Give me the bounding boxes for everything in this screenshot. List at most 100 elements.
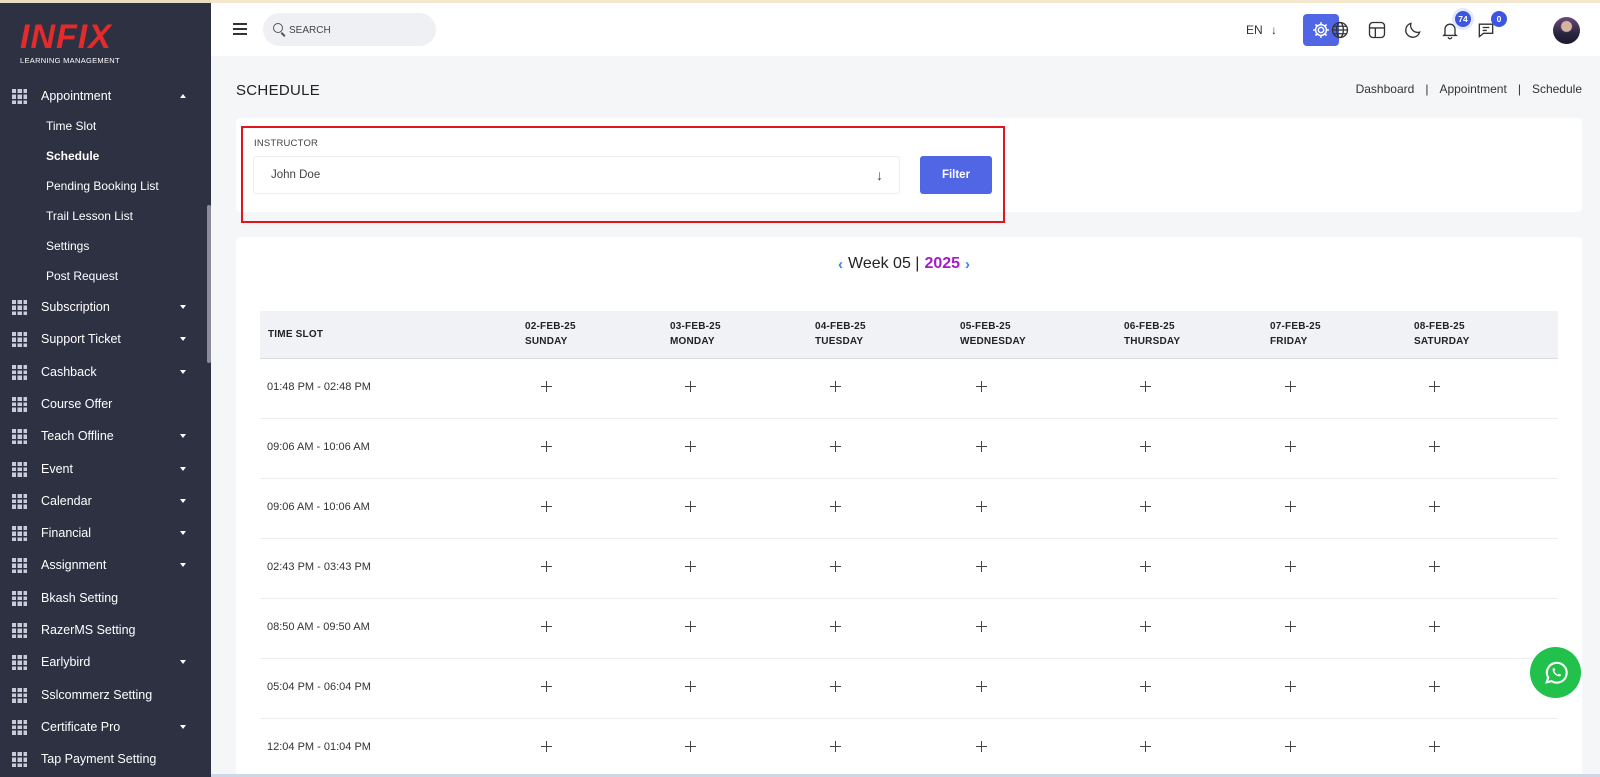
add-slot-plus-icon[interactable] xyxy=(1425,737,1443,755)
add-slot-plus-icon[interactable] xyxy=(1136,617,1154,635)
add-slot-plus-icon[interactable] xyxy=(1136,677,1154,695)
sidebar-item-teach-offline[interactable]: Teach Offline xyxy=(0,420,205,452)
grid-icon xyxy=(12,396,27,412)
add-slot-plus-icon[interactable] xyxy=(826,437,844,455)
sidebar-subitem-trail-lesson-list[interactable]: Trail Lesson List xyxy=(46,209,133,223)
sidebar-item-financial[interactable]: Financial xyxy=(0,517,205,549)
add-slot-plus-icon[interactable] xyxy=(1281,377,1299,395)
messages-badge: 0 xyxy=(1491,11,1507,27)
add-slot-plus-icon[interactable] xyxy=(681,617,699,635)
sidebar-subitem-pending-booking-list[interactable]: Pending Booking List xyxy=(46,179,159,193)
sidebar-item-bkash-setting[interactable]: Bkash Setting xyxy=(0,582,205,614)
avatar[interactable] xyxy=(1553,17,1580,44)
sidebar-item-razerms-setting[interactable]: RazerMS Setting xyxy=(0,614,205,646)
add-slot-plus-icon[interactable] xyxy=(1281,557,1299,575)
language-selector[interactable]: EN ↓ xyxy=(1246,23,1277,37)
sidebar-item-certificate-pro[interactable]: Certificate Pro xyxy=(0,711,205,743)
table-row: 09:06 AM - 10:06 AM xyxy=(260,419,1558,479)
add-slot-plus-icon[interactable] xyxy=(972,737,990,755)
sidebar-scrollbar[interactable] xyxy=(207,205,211,363)
add-slot-plus-icon[interactable] xyxy=(1281,617,1299,635)
page-title: SCHEDULE xyxy=(236,82,321,99)
globe-button[interactable] xyxy=(1327,17,1353,43)
add-slot-plus-icon[interactable] xyxy=(1136,377,1154,395)
grid-icon xyxy=(12,89,27,104)
add-slot-plus-icon[interactable] xyxy=(537,737,555,755)
add-slot-plus-icon[interactable] xyxy=(972,377,990,395)
sidebar-item-tap-payment-setting[interactable]: Tap Payment Setting xyxy=(0,743,205,775)
dark-mode-toggle[interactable] xyxy=(1400,17,1426,43)
add-slot-plus-icon[interactable] xyxy=(972,617,990,635)
add-slot-plus-icon[interactable] xyxy=(537,617,555,635)
add-slot-plus-icon[interactable] xyxy=(681,737,699,755)
whatsapp-button[interactable] xyxy=(1530,647,1581,698)
add-slot-plus-icon[interactable] xyxy=(826,677,844,695)
sidebar-subitem-schedule[interactable]: Schedule xyxy=(46,149,99,163)
add-slot-plus-icon[interactable] xyxy=(1136,437,1154,455)
search-box[interactable] xyxy=(263,13,436,46)
sidebar-item-label: Appointment xyxy=(41,89,112,103)
sidebar-item-sslcommerz-setting[interactable]: Sslcommerz Setting xyxy=(0,679,205,711)
chevron-left-icon[interactable]: ‹ xyxy=(838,256,843,273)
add-slot-plus-icon[interactable] xyxy=(972,557,990,575)
add-slot-plus-icon[interactable] xyxy=(681,677,699,695)
add-slot-plus-icon[interactable] xyxy=(1281,677,1299,695)
sidebar-subitem-time-slot[interactable]: Time Slot xyxy=(46,119,96,133)
sidebar-subitem-settings[interactable]: Settings xyxy=(46,239,89,253)
add-slot-plus-icon[interactable] xyxy=(1281,497,1299,515)
search-input[interactable] xyxy=(289,21,429,39)
add-slot-plus-icon[interactable] xyxy=(826,377,844,395)
breadcrumb-appointment[interactable]: Appointment xyxy=(1439,82,1506,96)
add-slot-plus-icon[interactable] xyxy=(1136,557,1154,575)
add-slot-plus-icon[interactable] xyxy=(972,677,990,695)
layout-button[interactable] xyxy=(1364,17,1390,43)
sidebar-item-cashback[interactable]: Cashback xyxy=(0,356,205,388)
add-slot-plus-icon[interactable] xyxy=(1136,497,1154,515)
breadcrumb-dashboard[interactable]: Dashboard xyxy=(1356,82,1415,96)
add-slot-plus-icon[interactable] xyxy=(1425,377,1443,395)
add-slot-plus-icon[interactable] xyxy=(1425,437,1443,455)
add-slot-plus-icon[interactable] xyxy=(1425,497,1443,515)
menu-icon[interactable] xyxy=(233,23,247,35)
add-slot-plus-icon[interactable] xyxy=(1425,677,1443,695)
sidebar-item-event[interactable]: Event xyxy=(0,453,205,485)
chevron-down-icon xyxy=(180,498,186,503)
sidebar-subitem-post-request[interactable]: Post Request xyxy=(46,269,118,283)
add-slot-plus-icon[interactable] xyxy=(681,557,699,575)
add-slot-plus-icon[interactable] xyxy=(826,497,844,515)
chevron-down-icon xyxy=(180,563,186,568)
add-slot-plus-icon[interactable] xyxy=(537,377,555,395)
add-slot-plus-icon[interactable] xyxy=(1281,737,1299,755)
add-slot-plus-icon[interactable] xyxy=(537,557,555,575)
add-slot-plus-icon[interactable] xyxy=(537,437,555,455)
add-slot-plus-icon[interactable] xyxy=(681,377,699,395)
add-slot-plus-icon[interactable] xyxy=(826,617,844,635)
sidebar-item-appointment[interactable]: Appointment xyxy=(0,80,205,112)
table-row: 01:48 PM - 02:48 PM xyxy=(260,359,1558,419)
messages-button[interactable]: 0 xyxy=(1473,11,1507,43)
sidebar-item-assignment[interactable]: Assignment xyxy=(0,549,205,581)
chevron-right-icon[interactable]: › xyxy=(965,256,970,273)
add-slot-plus-icon[interactable] xyxy=(972,497,990,515)
add-slot-plus-icon[interactable] xyxy=(681,437,699,455)
add-slot-plus-icon[interactable] xyxy=(826,557,844,575)
sidebar-item-subscription[interactable]: Subscription xyxy=(0,291,205,323)
day-name: MONDAY xyxy=(670,336,715,347)
sidebar-item-calendar[interactable]: Calendar xyxy=(0,485,205,517)
add-slot-plus-icon[interactable] xyxy=(826,737,844,755)
add-slot-plus-icon[interactable] xyxy=(1425,617,1443,635)
add-slot-plus-icon[interactable] xyxy=(1281,437,1299,455)
sidebar-item-course-offer[interactable]: Course Offer xyxy=(0,388,205,420)
sidebar-item-earlybird[interactable]: Earlybird xyxy=(0,646,205,678)
logo[interactable]: INFIX LEARNING MANAGEMENT xyxy=(20,20,120,65)
add-slot-plus-icon[interactable] xyxy=(537,497,555,515)
add-slot-plus-icon[interactable] xyxy=(972,437,990,455)
notifications-button[interactable]: 74 xyxy=(1437,11,1471,43)
add-slot-plus-icon[interactable] xyxy=(1425,557,1443,575)
breadcrumb-schedule[interactable]: Schedule xyxy=(1532,82,1582,96)
add-slot-plus-icon[interactable] xyxy=(537,677,555,695)
add-slot-plus-icon[interactable] xyxy=(1136,737,1154,755)
add-slot-plus-icon[interactable] xyxy=(681,497,699,515)
grid-icon xyxy=(12,687,27,703)
sidebar-item-support-ticket[interactable]: Support Ticket xyxy=(0,323,205,355)
